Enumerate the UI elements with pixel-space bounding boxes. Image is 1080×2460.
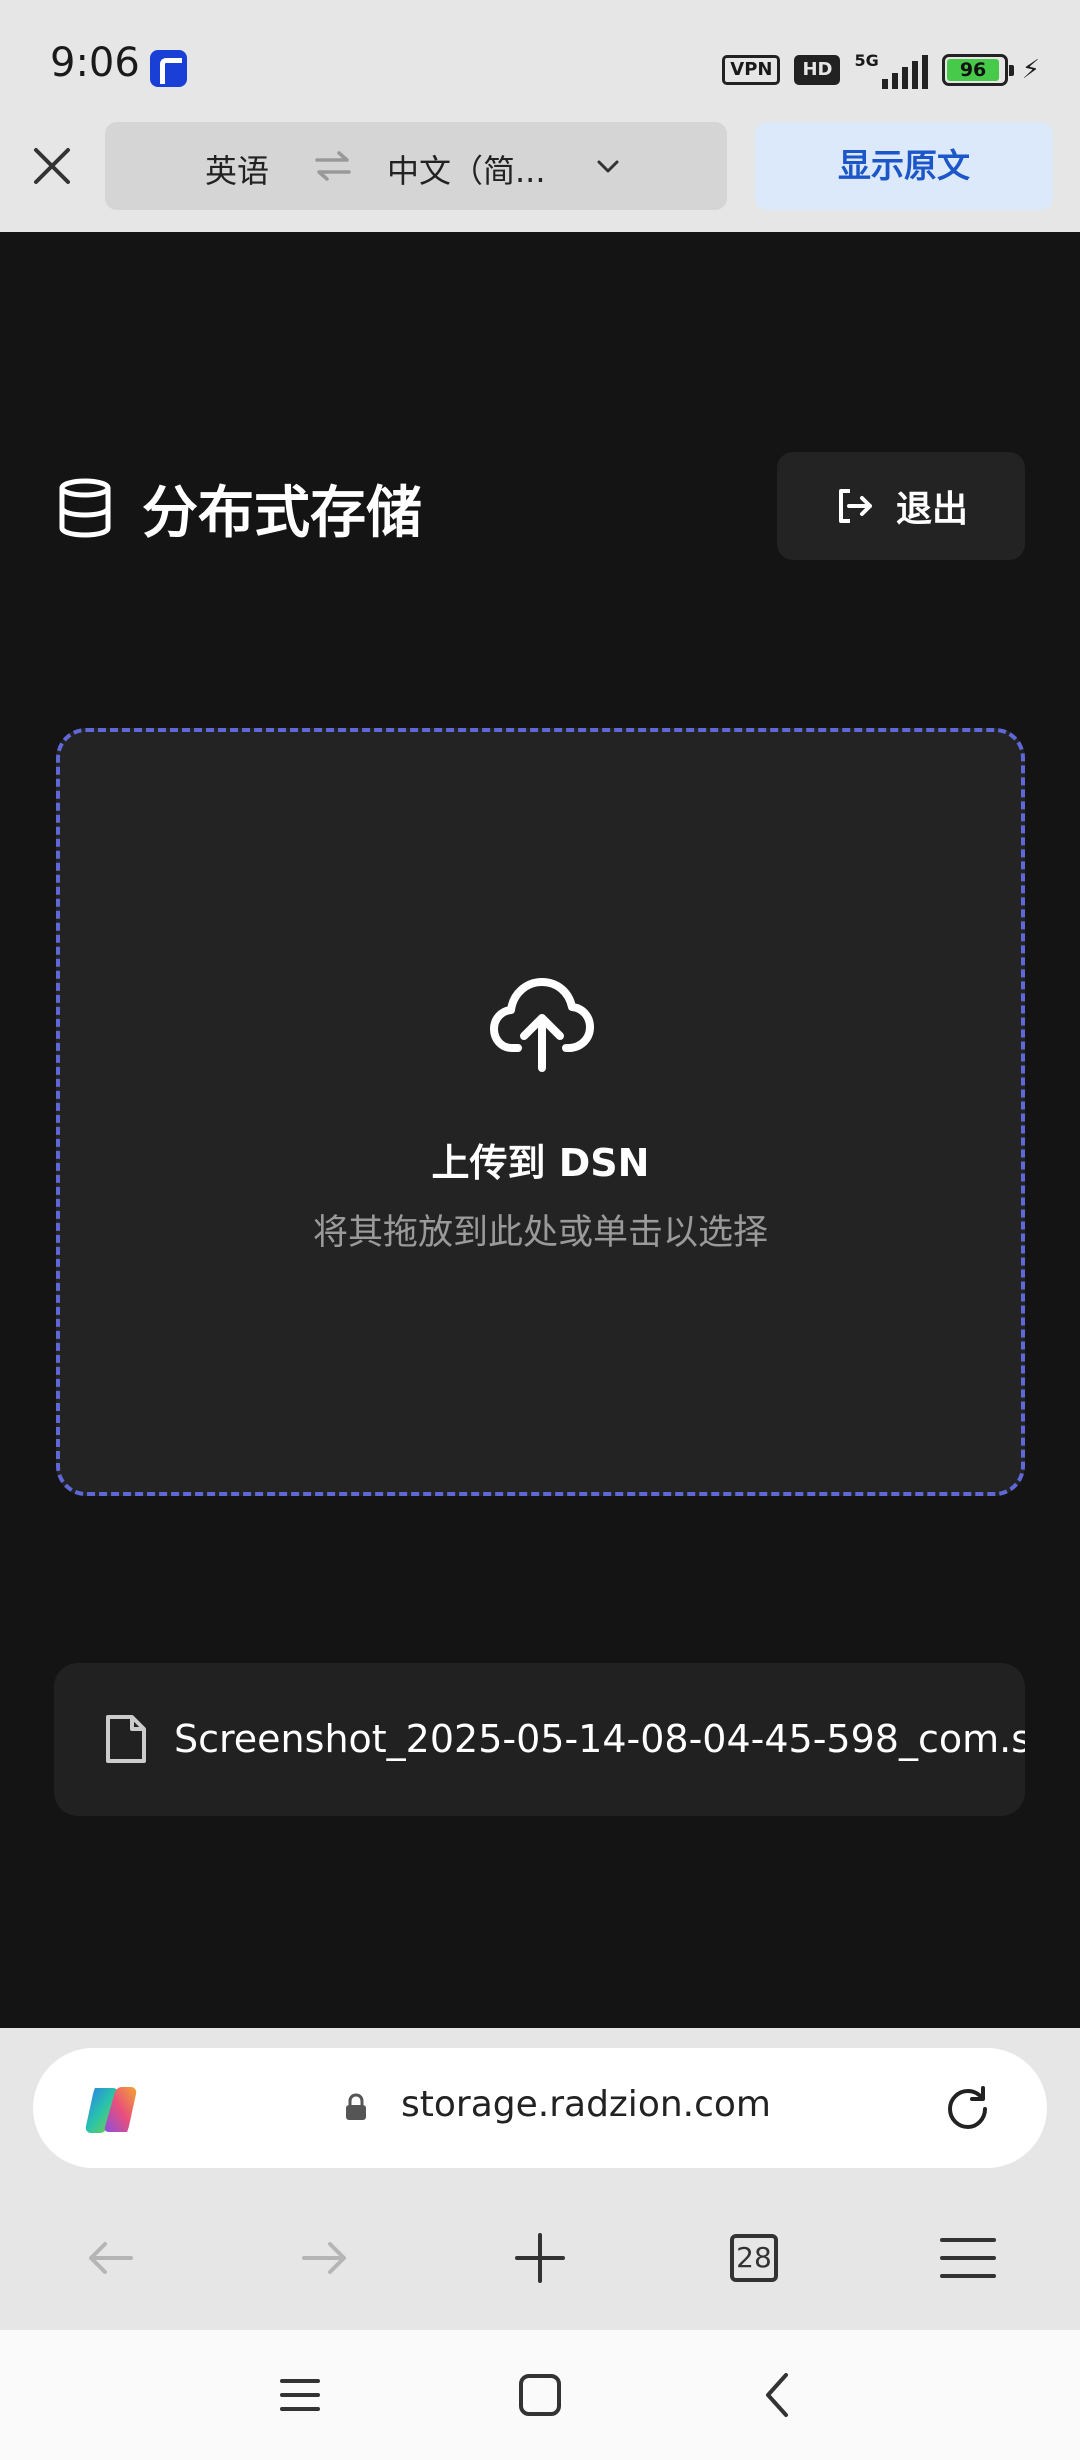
status-indicators: VPN HD 5G 96 ⚡	[722, 50, 1040, 90]
browser-toolbar: storage.radzion.com 28	[0, 2028, 1080, 2330]
home-icon[interactable]	[510, 2365, 570, 2425]
url-text: storage.radzion.com	[401, 2084, 771, 2125]
vpn-badge: VPN	[722, 55, 781, 85]
logout-button[interactable]: 退出	[777, 452, 1025, 560]
file-name: Screenshot_2025-05-14-08-04-45-598_com.s…	[174, 1717, 1025, 1761]
system-nav-bar	[0, 2330, 1080, 2460]
show-original-button[interactable]: 显示原文	[755, 122, 1053, 210]
file-list-item[interactable]: Screenshot_2025-05-14-08-04-45-598_com.s…	[54, 1663, 1025, 1816]
reload-icon[interactable]	[941, 2082, 995, 2136]
browser-nav-row: 28	[0, 2218, 1080, 2308]
forward-button[interactable]	[285, 2218, 365, 2298]
tabs-button[interactable]: 28	[714, 2218, 794, 2298]
database-icon	[59, 478, 111, 538]
lock-icon	[346, 2093, 366, 2120]
network-type: 5G	[854, 51, 879, 70]
back-nav-icon[interactable]	[748, 2365, 808, 2425]
menu-icon	[940, 2238, 996, 2278]
translate-bar: 英语 中文（简... 显示原文	[0, 120, 1080, 232]
recent-apps-icon[interactable]	[270, 2365, 330, 2425]
target-language: 中文（简...	[387, 152, 546, 190]
cloud-upload-icon	[490, 978, 594, 1072]
battery-level: 96	[946, 59, 1000, 81]
hd-badge: HD	[794, 55, 841, 85]
source-language: 英语	[205, 152, 270, 190]
close-icon[interactable]	[28, 142, 76, 190]
page-header: 分布式存储	[58, 468, 422, 548]
swap-icon[interactable]	[313, 148, 353, 184]
battery-icon: 96	[941, 54, 1014, 86]
signal-icon: 5G	[854, 51, 928, 89]
back-button[interactable]	[70, 2218, 150, 2298]
plus-icon	[515, 2233, 565, 2283]
upload-title: 上传到 DSN	[431, 1141, 650, 1185]
charging-icon: ⚡	[1021, 55, 1040, 85]
new-tab-button[interactable]	[500, 2218, 580, 2298]
upload-subtitle: 将其拖放到此处或单击以选择	[312, 1213, 768, 1253]
status-bar: 9:06 VPN HD 5G 96 ⚡	[0, 0, 1080, 120]
copilot-icon[interactable]	[81, 2080, 141, 2140]
logout-label: 退出	[895, 489, 968, 530]
chevron-down-icon	[597, 160, 619, 173]
arrow-left-icon	[89, 2242, 133, 2274]
file-icon	[106, 1715, 146, 1763]
tab-count: 28	[730, 2234, 778, 2282]
page-title: 分布式存储	[142, 480, 422, 546]
language-selector[interactable]: 英语 中文（简...	[105, 122, 727, 210]
arrow-right-icon	[302, 2242, 346, 2274]
address-bar[interactable]: storage.radzion.com	[33, 2048, 1047, 2168]
app-notification-icon	[150, 50, 187, 87]
logout-icon	[838, 489, 872, 523]
menu-button[interactable]	[928, 2218, 1008, 2298]
upload-dropzone[interactable]: 上传到 DSN 将其拖放到此处或单击以选择	[56, 728, 1025, 1496]
status-time: 9:06	[50, 40, 140, 86]
